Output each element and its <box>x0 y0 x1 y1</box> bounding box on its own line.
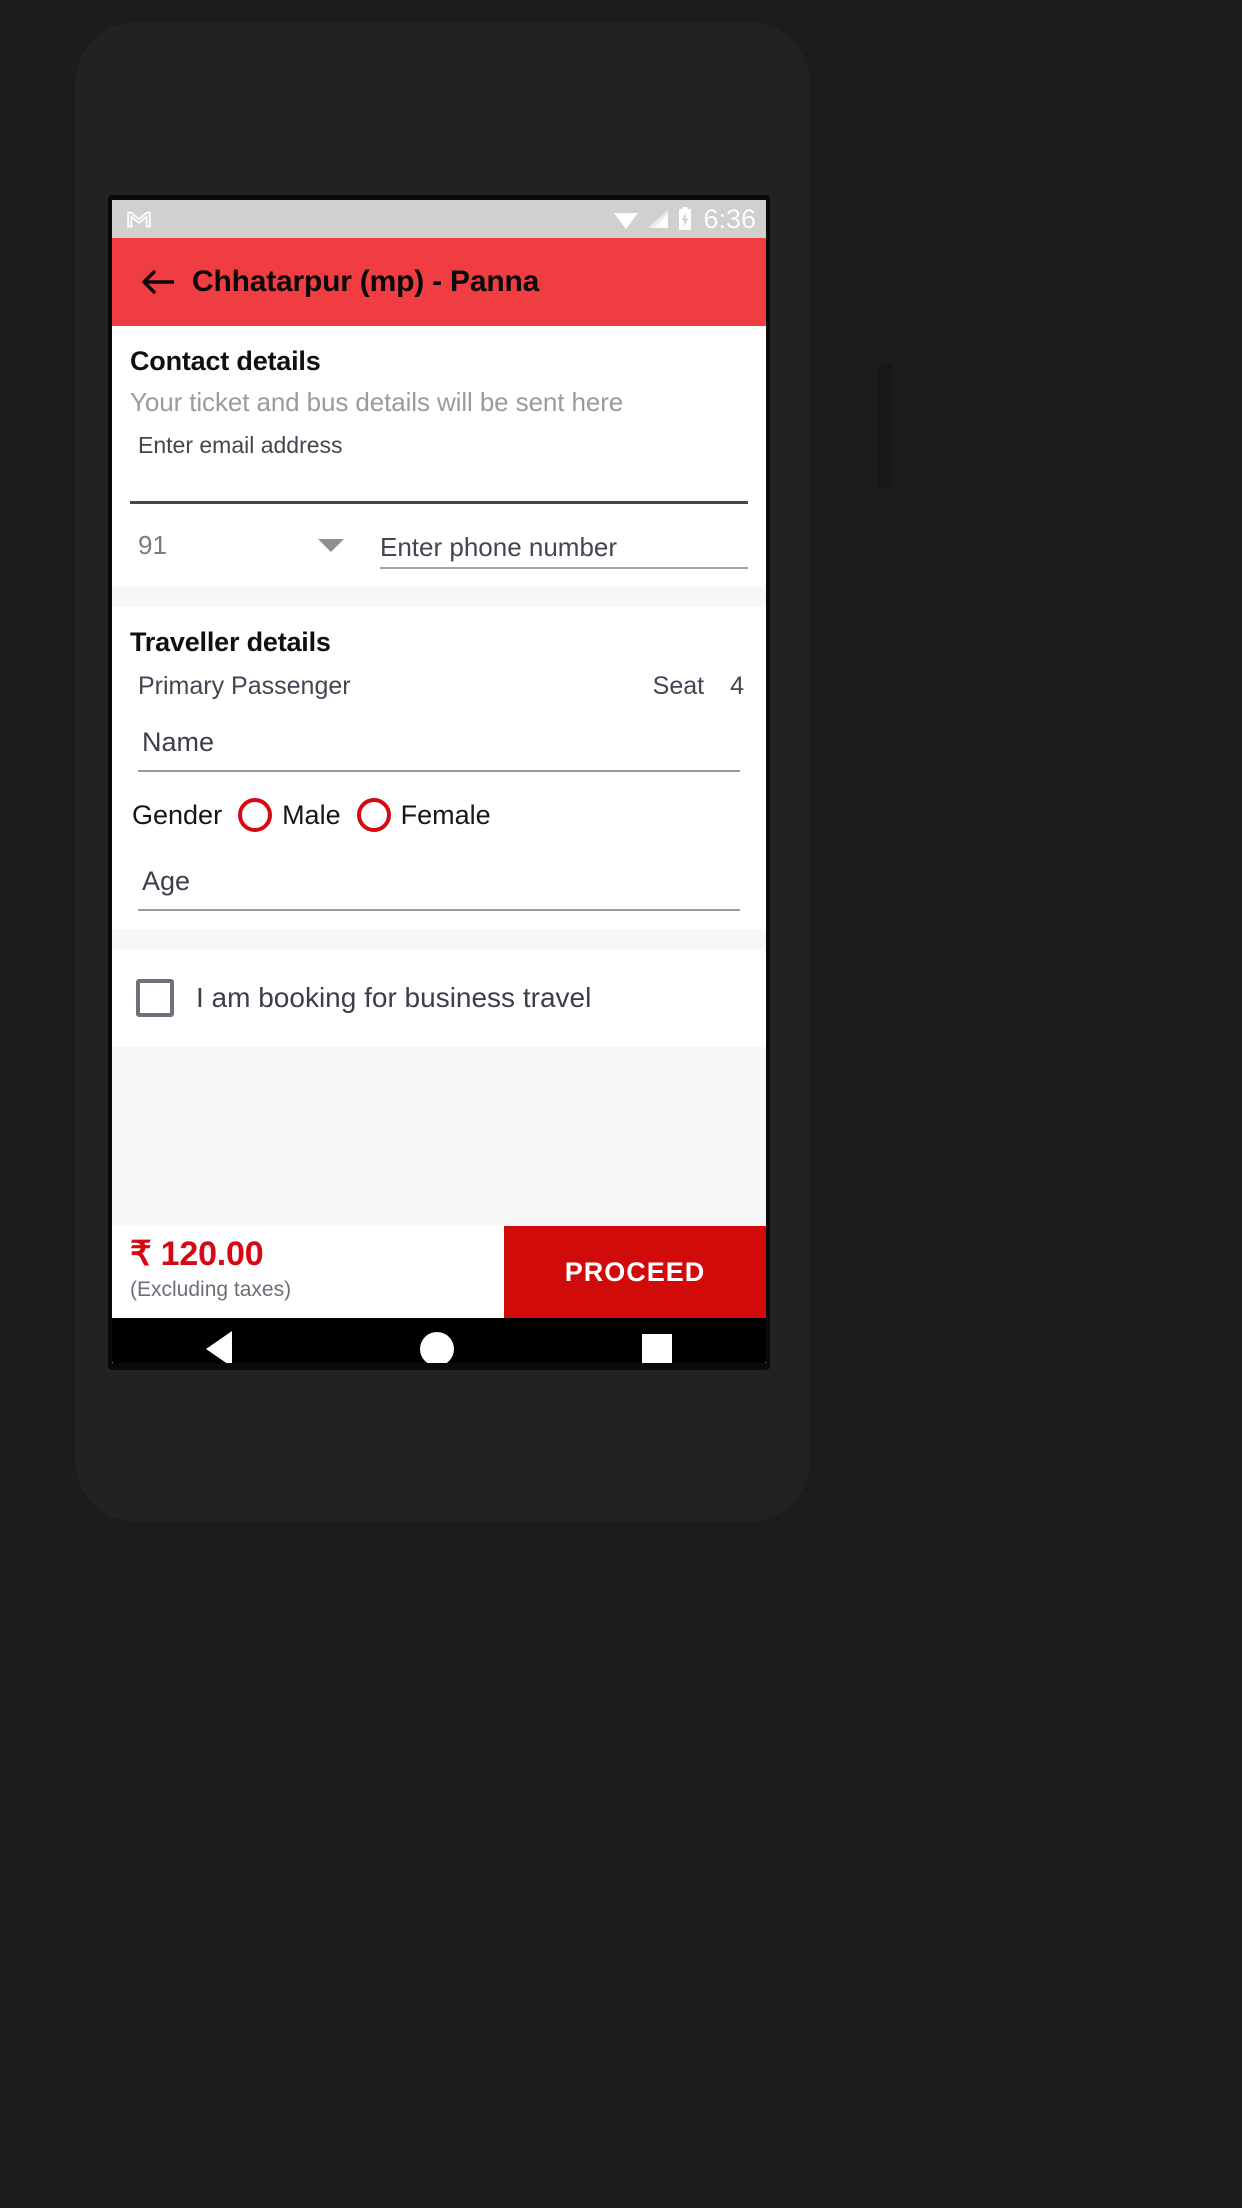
contact-details-title: Contact details <box>130 346 321 376</box>
nav-recents-square-icon[interactable] <box>642 1334 672 1363</box>
business-travel-card: I am booking for business travel <box>112 949 766 1047</box>
seat-label: Seat <box>652 672 705 700</box>
country-code-value: 91 <box>138 530 167 560</box>
chevron-down-icon <box>318 539 344 552</box>
price-note: (Excluding taxes) <box>130 1278 292 1301</box>
battery-charging-icon <box>679 207 692 230</box>
status-bar-clock: 6:36 <box>703 203 756 234</box>
contact-details-card: Contact details Your ticket and bus deta… <box>112 326 766 587</box>
price-block: ₹ 120.00 (Excluding taxes) <box>112 1226 504 1318</box>
gender-option-female-label[interactable]: Female <box>401 800 491 831</box>
phone-power-button <box>878 364 892 489</box>
business-travel-label: I am booking for business travel <box>196 982 592 1013</box>
status-bar: 6:36 <box>112 200 766 238</box>
wifi-icon <box>614 213 639 229</box>
gender-radio-female[interactable] <box>356 798 391 832</box>
passenger-label: Primary Passenger <box>138 672 351 700</box>
screen-corner-marker-right <box>748 1362 766 1363</box>
age-input[interactable]: Age <box>112 866 766 929</box>
section-divider <box>112 587 766 607</box>
android-navigation-bar <box>112 1318 766 1363</box>
nav-home-circle-icon[interactable] <box>420 1332 454 1363</box>
phone-input-placeholder: Enter phone number <box>380 532 618 562</box>
total-price: ₹ 120.00 <box>130 1235 264 1273</box>
nav-back-triangle-icon[interactable] <box>206 1331 232 1363</box>
email-field-label: Enter email address <box>138 432 343 458</box>
country-code-dropdown[interactable]: 91 <box>130 530 352 569</box>
contact-details-subtitle: Your ticket and bus details will be sent… <box>130 387 624 417</box>
gender-row: Gender Male Female <box>112 772 766 832</box>
phone-input-underline <box>380 567 748 569</box>
seat-number: 4 <box>730 672 744 700</box>
gender-radio-male[interactable] <box>238 798 273 832</box>
page-content: Contact details Your ticket and bus deta… <box>112 326 766 1318</box>
traveller-details-card: Traveller details Primary Passenger Seat… <box>112 607 766 929</box>
business-travel-row[interactable]: I am booking for business travel <box>112 949 766 1047</box>
screen-corner-marker-left <box>112 1362 130 1363</box>
gmail-icon <box>127 211 151 228</box>
seat-info: Seat 4 <box>653 672 744 701</box>
business-travel-checkbox[interactable] <box>136 979 174 1017</box>
signal-bars-icon <box>648 210 669 228</box>
page-title: Chhatarpur (mp) - Panna <box>192 265 540 298</box>
email-field[interactable]: Enter email address <box>112 432 766 504</box>
phone-row: 91 Enter phone number <box>112 504 766 587</box>
section-divider-2 <box>112 929 766 949</box>
content-filler <box>112 1047 766 1226</box>
name-input-placeholder: Name <box>142 727 215 757</box>
proceed-button[interactable]: PROCEED <box>504 1226 766 1318</box>
age-input-placeholder: Age <box>142 866 191 896</box>
bottom-bar: ₹ 120.00 (Excluding taxes) PROCEED <box>112 1226 766 1318</box>
gender-option-male-label[interactable]: Male <box>282 800 341 831</box>
gender-label: Gender <box>132 799 223 830</box>
app-bar: Chhatarpur (mp) - Panna <box>112 238 766 326</box>
name-input[interactable]: Name <box>112 727 766 772</box>
status-bar-icons: 6:36 <box>613 204 756 235</box>
age-input-underline <box>138 909 740 911</box>
phone-screen: 6:36 Chhatarpur (mp) - Panna Contact det… <box>112 200 766 1363</box>
traveller-details-title: Traveller details <box>130 627 331 657</box>
passenger-row: Primary Passenger Seat 4 <box>112 658 766 701</box>
phone-input[interactable]: Enter phone number <box>380 532 748 569</box>
back-arrow-icon[interactable] <box>142 269 174 295</box>
